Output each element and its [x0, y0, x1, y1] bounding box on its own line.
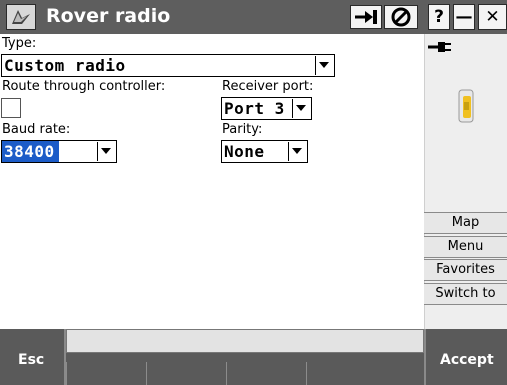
softkey-3[interactable] — [226, 362, 305, 385]
left-divider — [64, 329, 66, 385]
right-divider — [424, 329, 426, 385]
parity-label: Parity: — [222, 122, 263, 137]
app-menu-icon[interactable] — [6, 4, 36, 30]
menu-button-label: Menu — [447, 239, 484, 254]
baud-rate-label: Baud rate: — [2, 122, 71, 137]
parity-value: None — [224, 142, 265, 161]
favorites-button[interactable]: Favorites — [424, 259, 507, 281]
accept-button[interactable]: Accept — [440, 352, 494, 368]
esc-button[interactable]: Esc — [18, 352, 44, 368]
type-value: Custom radio — [4, 56, 126, 75]
status-strip — [66, 329, 424, 353]
receiver-device-icon[interactable] — [455, 84, 479, 128]
favorites-button-label: Favorites — [436, 262, 495, 277]
receiver-port-value: Port 3 — [224, 99, 285, 118]
help-button[interactable]: ? — [428, 4, 450, 30]
minimize-button[interactable]: — — [453, 4, 475, 30]
softkey-2[interactable] — [146, 362, 225, 385]
connection-status-icon[interactable] — [350, 5, 382, 29]
softkey-4[interactable] — [306, 362, 385, 385]
route-label: Route through controller: — [2, 79, 166, 94]
battery-status-icon[interactable] — [384, 5, 418, 29]
route-through-controller-checkbox[interactable] — [1, 98, 21, 118]
title-bar: Rover radio ? — ✕ — [0, 0, 507, 34]
close-button[interactable]: ✕ — [478, 4, 507, 30]
switch-to-button[interactable]: Switch to — [424, 283, 507, 305]
softkey-1[interactable] — [66, 362, 145, 385]
window-title: Rover radio — [46, 5, 171, 27]
map-button-label: Map — [451, 215, 480, 230]
baud-rate-value: 38400 — [2, 141, 59, 162]
chevron-down-icon[interactable] — [292, 99, 310, 118]
chevron-down-icon[interactable] — [315, 56, 333, 75]
menu-button[interactable]: Menu — [424, 236, 507, 258]
type-dropdown[interactable]: Custom radio — [1, 54, 335, 77]
map-button[interactable]: Map — [424, 212, 507, 234]
receiver-port-dropdown[interactable]: Port 3 — [221, 97, 312, 120]
chevron-down-icon[interactable] — [288, 142, 306, 161]
receiver-port-label: Receiver port: — [222, 79, 314, 94]
cable-plug-icon[interactable] — [426, 36, 456, 58]
chevron-down-icon[interactable] — [97, 142, 115, 161]
switch-to-button-label: Switch to — [435, 286, 496, 301]
baud-rate-dropdown[interactable]: 38400 — [1, 140, 117, 163]
type-label: Type: — [2, 36, 37, 51]
parity-dropdown[interactable]: None — [221, 140, 308, 163]
